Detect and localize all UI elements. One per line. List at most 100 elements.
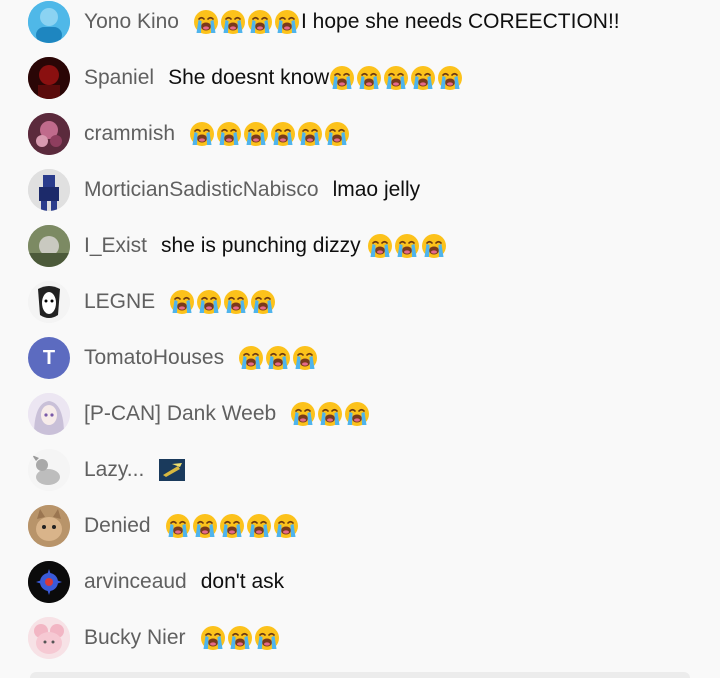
chat-message: [P-CAN] Dank Weeb [0,386,720,442]
avatar[interactable] [28,1,70,43]
loudly-crying-face-icon [165,513,191,539]
loudly-crying-face-icon [421,233,447,259]
chat-message: Spaniel She doesnt know [0,50,720,106]
emoji-group [165,513,300,539]
avatar[interactable] [28,505,70,547]
avatar[interactable] [28,281,70,323]
loudly-crying-face-icon [356,65,382,91]
loudly-crying-face-icon [273,513,299,539]
emoji-group [290,401,371,427]
author-name[interactable]: LEGNE [84,289,155,315]
message-text: lmao jelly [332,178,421,201]
emoji-group [200,625,281,651]
chat-message: T TomatoHouses [0,330,720,386]
loudly-crying-face-icon [317,401,343,427]
chat-line: MorticianSadisticNabisco lmao jelly [84,177,420,203]
chat-message: Yono Kino I hope she needs COREECTION!! [0,0,720,50]
loudly-crying-face-icon [324,121,350,147]
author-name[interactable]: [P-CAN] Dank Weeb [84,401,276,427]
avatar[interactable] [28,393,70,435]
loudly-crying-face-icon [437,65,463,91]
chat-message: Lazy... [0,442,720,498]
chat-message: I_Exist she is punching dizzy [0,218,720,274]
loudly-crying-face-icon [193,9,219,35]
loudly-crying-face-icon [238,345,264,371]
chat-line: I_Exist she is punching dizzy [84,233,448,259]
chat-line: Spaniel She doesnt know [84,65,464,91]
author-name[interactable]: crammish [84,121,175,147]
emoji-group [189,121,351,147]
loudly-crying-face-icon [254,625,280,651]
author-name[interactable]: Yono Kino [84,9,179,35]
avatar[interactable] [28,225,70,267]
author-name[interactable]: MorticianSadisticNabisco [84,177,319,203]
chat-message: MorticianSadisticNabisco lmao jelly [0,162,720,218]
author-name[interactable]: arvinceaud [84,569,187,595]
message-text: don't ask [200,570,285,593]
chat-line: [P-CAN] Dank Weeb [84,401,371,427]
avatar[interactable] [28,561,70,603]
emoji-group [329,65,464,91]
loudly-crying-face-icon [216,121,242,147]
loudly-crying-face-icon [169,289,195,315]
loudly-crying-face-icon [329,65,355,91]
live-chat-list: Yono Kino I hope she needs COREECTION!! … [0,0,720,678]
avatar[interactable] [28,113,70,155]
loudly-crying-face-icon [274,9,300,35]
chat-line: crammish [84,121,351,147]
loudly-crying-face-icon [220,9,246,35]
loudly-crying-face-icon [344,401,370,427]
loudly-crying-face-icon [192,513,218,539]
loudly-crying-face-icon [265,345,291,371]
loudly-crying-face-icon [394,233,420,259]
chat-message: LEGNE [0,274,720,330]
avatar[interactable] [28,617,70,659]
author-name[interactable]: Denied [84,513,151,539]
avatar[interactable] [28,449,70,491]
avatar[interactable] [28,169,70,211]
loudly-crying-face-icon [246,513,272,539]
author-name[interactable]: Bucky Nier [84,625,186,651]
loudly-crying-face-icon [292,345,318,371]
loudly-crying-face-icon [270,121,296,147]
avatar[interactable] [28,57,70,99]
chat-line: Bucky Nier [84,625,281,651]
author-name[interactable]: Lazy... [84,457,144,483]
emoji-group [367,233,448,259]
message-text: she is punching dizzy [161,234,361,257]
loudly-crying-face-icon [189,121,215,147]
avatar[interactable]: T [28,337,70,379]
emoji-group [169,289,277,315]
loudly-crying-face-icon [200,625,226,651]
custom-emote-icon [158,458,186,482]
chat-message: Denied [0,498,720,554]
message-text: She doesnt know [168,66,330,89]
loudly-crying-face-icon [297,121,323,147]
chat-line: TomatoHouses [84,345,319,371]
loudly-crying-face-icon [223,289,249,315]
loudly-crying-face-icon [290,401,316,427]
message-text: I hope she needs COREECTION!! [300,10,620,33]
author-name[interactable]: TomatoHouses [84,345,224,371]
chat-line: arvinceaud don't ask [84,569,284,595]
loudly-crying-face-icon [247,9,273,35]
loudly-crying-face-icon [243,121,269,147]
loudly-crying-face-icon [250,289,276,315]
chat-input-edge [30,672,690,678]
author-name[interactable]: Spaniel [84,65,154,91]
chat-line: Denied [84,513,300,539]
loudly-crying-face-icon [410,65,436,91]
emoji-group [238,345,319,371]
author-name[interactable]: I_Exist [84,233,147,259]
chat-line: Lazy... [84,457,186,483]
loudly-crying-face-icon [383,65,409,91]
loudly-crying-face-icon [196,289,222,315]
loudly-crying-face-icon [367,233,393,259]
loudly-crying-face-icon [227,625,253,651]
emoji-group [193,9,301,35]
chat-message: arvinceaud don't ask [0,554,720,610]
chat-line: Yono Kino I hope she needs COREECTION!! [84,9,620,35]
loudly-crying-face-icon [219,513,245,539]
chat-line: LEGNE [84,289,277,315]
chat-message: crammish [0,106,720,162]
